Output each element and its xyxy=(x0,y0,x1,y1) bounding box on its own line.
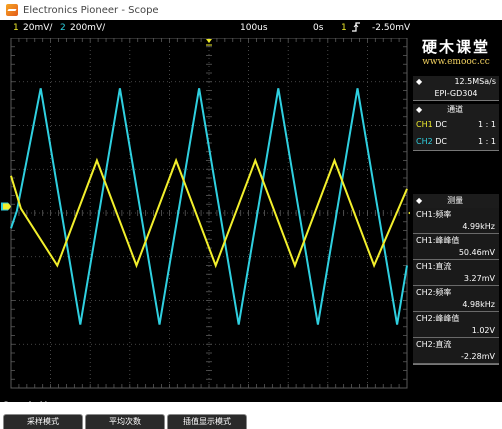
ch2-scale[interactable]: 200mV/ xyxy=(70,23,105,33)
oscilloscope-screen: 1 20mV/ 2 200mV/ 100us 0s 1 -2.50mV 硬木课堂… xyxy=(0,20,502,402)
measurement-item[interactable]: CH1:直流 3.27mV xyxy=(413,260,499,286)
measurement-item[interactable]: CH1:峰峰值 50.46mV xyxy=(413,234,499,260)
title-bar: Electronics Pioneer - Scope xyxy=(0,0,502,20)
ch1-ground-marker-icon xyxy=(3,203,11,210)
measurement-label: CH2:峰峰值 xyxy=(416,314,460,323)
measurement-value: 1.02V xyxy=(471,326,495,335)
ch2-probe: 1 : 1 xyxy=(478,136,496,146)
channel-header-label: 通道 xyxy=(447,105,464,114)
measurement-value: 4.98kHz xyxy=(462,300,495,309)
horizontal-position[interactable]: 0s xyxy=(313,23,323,33)
diamond-icon: ◆ xyxy=(416,105,423,114)
measurement-item[interactable]: CH2:峰峰值 1.02V xyxy=(413,312,499,338)
sample-mode-button[interactable]: 采样模式 平均 xyxy=(3,414,83,429)
waveform-svg xyxy=(1,38,410,389)
measurement-value: 4.99kHz xyxy=(462,222,495,231)
measurement-item[interactable]: CH1:频率 4.99kHz xyxy=(413,208,499,234)
model-name: EPI-GD304 xyxy=(434,89,478,98)
channel-header: ◆ 通道 xyxy=(413,104,499,116)
channel-box: ◆ 通道 CH1 DC 1 : 1 CH2 DC 1 : 1 xyxy=(413,104,499,151)
logo: 硬木课堂 www.emooc.cc xyxy=(412,38,500,74)
ch1-name: CH1 xyxy=(416,119,433,129)
app-icon xyxy=(6,4,18,16)
menu-button-label: 插值显示模式 xyxy=(183,417,231,426)
trigger-position-marker-icon xyxy=(206,39,212,43)
timebase[interactable]: 100us xyxy=(240,23,268,33)
measure-header: ◆ 测量 xyxy=(413,194,499,208)
logo-text: 硬木课堂 xyxy=(421,38,490,56)
sample-rate-row: ◆ 12.5MSa/s xyxy=(413,76,499,88)
measurement-label: CH2:直流 xyxy=(416,340,452,349)
measure-box: ◆ 测量 CH1:频率 4.99kHz CH1:峰峰值 50.46mV CH1:… xyxy=(413,194,499,365)
menu-button-label: 平均次数 xyxy=(109,417,141,426)
status-bar: 1 20mV/ 2 200mV/ 100us 0s 1 -2.50mV xyxy=(0,20,410,38)
interpolation-mode-button[interactable]: 插值显示模式 样条 xyxy=(167,414,247,429)
window-title: Electronics Pioneer - Scope xyxy=(23,4,159,16)
trigger-level[interactable]: -2.50mV xyxy=(372,23,410,33)
ch2-row[interactable]: CH2 DC 1 : 1 xyxy=(413,133,499,150)
ch1-probe: 1 : 1 xyxy=(478,119,496,129)
menu-button-label: 采样模式 xyxy=(27,417,59,426)
sample-menu: Sample Menu 采样模式 平均 平均次数 8 插值显示模式 样条 xyxy=(0,401,502,429)
ch1-coupling: DC xyxy=(435,119,447,129)
logo-url: www.emooc.cc xyxy=(422,57,490,67)
measurement-label: CH1:峰峰值 xyxy=(416,236,460,245)
diamond-icon: ◆ xyxy=(416,196,423,205)
trigger-rising-edge-icon xyxy=(351,21,361,36)
ch2-coupling: DC xyxy=(435,136,447,146)
trigger-channel: 1 xyxy=(341,23,347,33)
diamond-icon: ◆ xyxy=(416,77,423,86)
sample-rate-box: ◆ 12.5MSa/s EPI-GD304 xyxy=(413,76,499,101)
measurement-label: CH2:频率 xyxy=(416,288,452,297)
waveform-plot[interactable] xyxy=(0,38,410,390)
ch1-row[interactable]: CH1 DC 1 : 1 xyxy=(413,116,499,133)
ch1-index: 1 xyxy=(13,23,19,33)
measurement-value: 50.46mV xyxy=(458,248,495,257)
ch2-index: 2 xyxy=(60,23,66,33)
menu-title: Sample Menu xyxy=(3,401,65,411)
measurement-value: -2.28mV xyxy=(461,352,495,361)
measure-header-label: 测量 xyxy=(447,196,464,205)
ch2-name: CH2 xyxy=(416,136,433,146)
graticule xyxy=(10,38,408,389)
measurement-label: CH1:频率 xyxy=(416,210,452,219)
measurement-item[interactable]: CH2:直流 -2.28mV xyxy=(413,338,499,364)
model-row: EPI-GD304 xyxy=(413,88,499,100)
measurement-label: CH1:直流 xyxy=(416,262,452,271)
measurement-value: 3.27mV xyxy=(463,274,495,283)
average-count-button[interactable]: 平均次数 8 xyxy=(85,414,165,429)
ch1-scale[interactable]: 20mV/ xyxy=(23,23,52,33)
sample-rate: 12.5MSa/s xyxy=(454,77,496,86)
right-panel: 硬木课堂 www.emooc.cc ◆ 12.5MSa/s EPI-GD304 … xyxy=(410,38,502,390)
measurement-item[interactable]: CH2:频率 4.98kHz xyxy=(413,286,499,312)
